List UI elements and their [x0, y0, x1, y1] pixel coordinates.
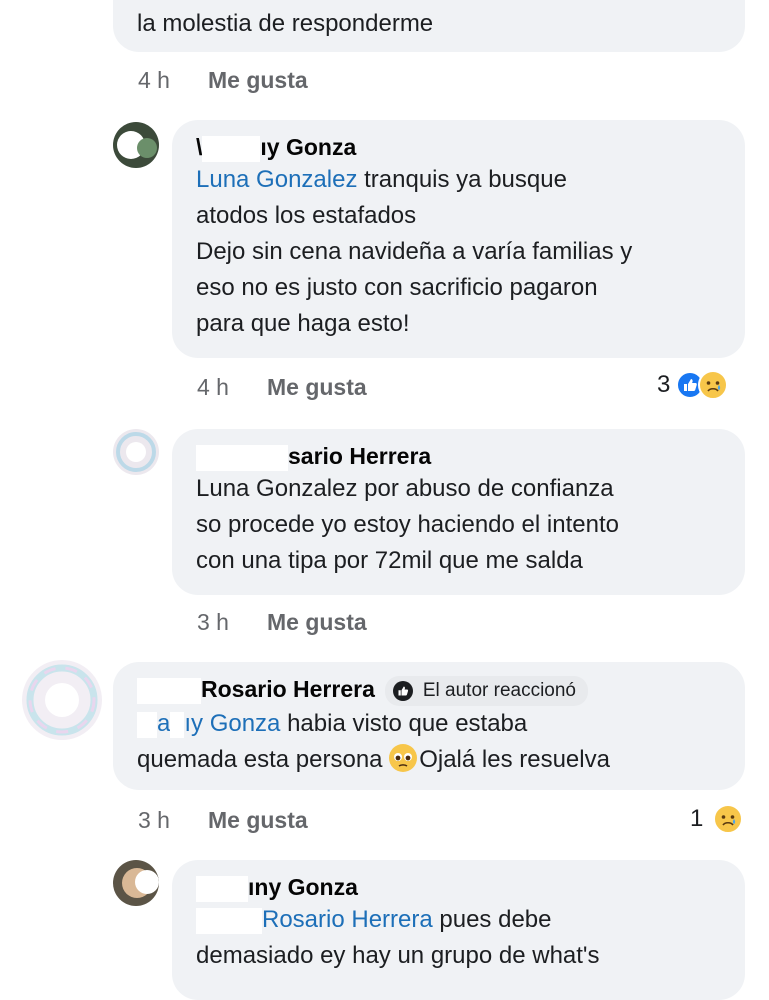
comment-text-line: so procede yo estoy haciendo el intento	[196, 511, 619, 538]
comment-meta: 3 h Me gusta	[197, 609, 367, 636]
comment-text: Luna Gonzalez tranquis ya busque	[196, 166, 567, 193]
comment-text-line: demasiado ey hay un grupo de what's	[196, 942, 600, 969]
redaction	[196, 907, 262, 934]
redaction	[137, 711, 157, 738]
like-button[interactable]: Me gusta	[208, 807, 308, 833]
reaction-count: 1	[690, 805, 704, 832]
comment-meta: 4 h Me gusta	[138, 67, 308, 94]
comment-text: a ıy Gonza habia visto que estaba	[137, 706, 721, 742]
mention-link[interactable]: Rosario Herrera	[196, 906, 433, 934]
reactions-summary[interactable]: 1	[690, 804, 744, 834]
author-reacted-badge[interactable]: El autor reaccionó	[384, 675, 589, 706]
avatar-image	[26, 664, 98, 736]
redaction	[196, 875, 248, 902]
comment-text-line: atodos los estafados	[196, 202, 417, 229]
comment-time[interactable]: 4 h	[197, 374, 229, 400]
pleading-face-icon	[389, 743, 418, 772]
comment-author[interactable]: Rosario Herrera El autor reaccionó	[137, 674, 721, 706]
like-button[interactable]: Me gusta	[267, 374, 367, 400]
redaction	[196, 444, 288, 471]
comment-bubble: \ ıy Gonza Luna Gonzalez tranquis ya busq…	[172, 120, 745, 358]
comment-bubble: ıny Gonza Rosario Herrera pues debe dema…	[172, 860, 745, 1000]
redaction	[170, 711, 185, 738]
avatar[interactable]	[113, 860, 159, 906]
sad-icon	[713, 804, 744, 834]
avatar[interactable]	[113, 122, 159, 168]
mention-link[interactable]: Luna Gonzalez	[196, 166, 357, 193]
comment-text-line: eso no es justo con sacrificio pagaron	[196, 274, 598, 301]
comment-time[interactable]: 4 h	[138, 67, 170, 93]
comment-text: Rosario Herrera pues debe	[196, 902, 721, 938]
reaction-count: 3	[657, 371, 671, 398]
comment-text-line: para que haga esto!	[196, 310, 410, 337]
like-button[interactable]: Me gusta	[267, 609, 367, 635]
comment-time[interactable]: 3 h	[138, 807, 170, 833]
comment-bubble: Rosario Herrera El autor reaccionó a ıy Go…	[113, 662, 745, 790]
comment-author[interactable]: \ ıy Gonza	[196, 132, 721, 162]
comment-text: quemada esta persona Ojalá les resuelva	[137, 743, 610, 773]
comment-meta: 3 h Me gusta	[138, 807, 308, 834]
avatar[interactable]	[113, 429, 159, 475]
reactions-summary[interactable]: 3	[657, 370, 729, 400]
mention-link[interactable]: a ıy Gonza	[137, 710, 280, 738]
comment-time[interactable]: 3 h	[197, 609, 229, 635]
comment-text-line: Luna Gonzalez por abuso de confianza	[196, 475, 614, 502]
comment-author[interactable]: sario Herrera	[196, 441, 721, 471]
avatar-image	[116, 432, 156, 472]
comment-bubble: sario Herrera Luna Gonzalez por abuso de…	[172, 429, 745, 595]
avatar-image	[122, 868, 159, 898]
avatar-image	[117, 131, 157, 159]
sad-icon	[698, 370, 729, 400]
comment-text-line: con una tipa por 72mil que me salda	[196, 547, 583, 574]
author-reaction-icon	[392, 680, 413, 701]
comment-text-line: Dejo sin cena navideña a varía familias …	[196, 238, 633, 265]
avatar[interactable]	[22, 660, 102, 740]
comment-text: la molestia de responderme	[137, 10, 434, 37]
comment-author[interactable]: ıny Gonza	[196, 872, 721, 902]
comment-bubble: la molestia de responderme	[113, 0, 745, 52]
redaction	[202, 135, 261, 162]
redaction	[137, 677, 201, 704]
like-button[interactable]: Me gusta	[208, 67, 308, 93]
comment-meta: 4 h Me gusta	[197, 374, 367, 401]
